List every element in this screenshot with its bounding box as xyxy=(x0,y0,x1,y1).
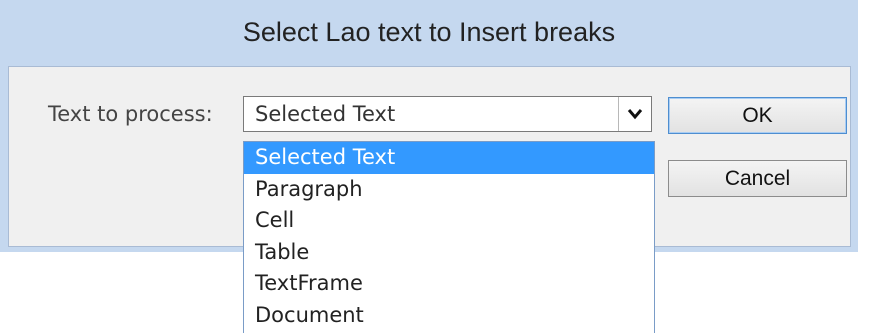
ok-button[interactable]: OK xyxy=(668,97,847,134)
text-to-process-label: Text to process: xyxy=(48,102,213,126)
option-selected-text[interactable]: Selected Text xyxy=(244,142,654,174)
chevron-down-icon-glyph xyxy=(627,109,643,120)
dialog-title: Select Lao text to Insert breaks xyxy=(242,16,616,47)
text-to-process-dropdown: Selected Text Paragraph Cell Table TextF… xyxy=(243,141,655,333)
option-cell[interactable]: Cell xyxy=(244,205,654,237)
chevron-down-icon[interactable] xyxy=(618,97,651,131)
text-to-process-select[interactable]: Selected Text xyxy=(243,96,652,132)
select-current-value: Selected Text xyxy=(255,102,396,126)
option-document[interactable]: Document xyxy=(244,300,654,332)
option-paragraph[interactable]: Paragraph xyxy=(244,174,654,206)
cancel-button[interactable]: Cancel xyxy=(668,160,847,197)
title-bar[interactable]: Select Lao text to Insert breaks xyxy=(0,0,858,66)
option-textframe[interactable]: TextFrame xyxy=(244,268,654,300)
option-table[interactable]: Table xyxy=(244,237,654,269)
